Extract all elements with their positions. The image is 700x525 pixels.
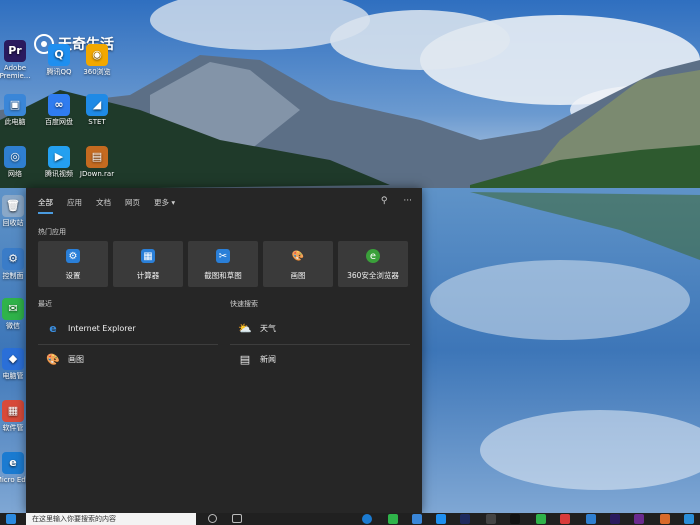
stet-icon: ◢	[86, 94, 108, 116]
edge-icon[interactable]	[362, 514, 372, 524]
taskbar-app-icon[interactable]	[560, 514, 570, 524]
app-tile-label: 360安全浏览器	[347, 271, 399, 280]
tab-apps[interactable]: 应用	[67, 196, 82, 214]
taskbar-app-icon[interactable]	[436, 514, 446, 524]
edge-icon: e	[2, 452, 24, 474]
app-tile-label: 画图	[290, 271, 306, 280]
news-icon: ▤	[239, 352, 251, 366]
desktop-icon-jdown-rar[interactable]: ▤ JDown.rar	[74, 146, 120, 178]
desktop-icon-this-pc[interactable]: ▣ 此电脑	[0, 94, 38, 126]
app-tile-snip-sketch[interactable]: ✂ 截图和草图	[188, 241, 258, 287]
control-panel-icon: ⚙	[2, 248, 24, 270]
recycle-bin-icon: 🗑	[2, 195, 24, 217]
app-tile-label: 设置	[65, 271, 81, 280]
search-tabs: 全部 应用 文档 网页 更多 ▾	[38, 196, 175, 214]
desktop-icon-360-browser[interactable]: ◉ 360浏览	[74, 44, 120, 76]
quick-item-label: 新闻	[260, 354, 276, 364]
desktop-icon-label: Adobe Premie...	[0, 64, 31, 80]
premiere-icon[interactable]	[610, 514, 620, 524]
app-tile-label: 截图和草图	[204, 271, 242, 280]
archive-icon: ▤	[86, 146, 108, 168]
recent-item-label: 画图	[68, 354, 84, 364]
taskbar-app-icon[interactable]	[536, 514, 546, 524]
tab-more[interactable]: 更多 ▾	[154, 196, 175, 214]
paint-icon: 🎨	[291, 249, 305, 263]
paint-icon: 🎨	[46, 352, 60, 366]
taskbar-app-icon[interactable]	[634, 514, 644, 524]
taskbar-app-icon[interactable]	[388, 514, 398, 524]
computer-icon: ▣	[4, 94, 26, 116]
divider	[230, 344, 410, 345]
tencent-video-icon: ▶	[48, 146, 70, 168]
premiere-icon: Pr	[4, 40, 26, 62]
desktop-icon-label: 此电脑	[4, 118, 26, 126]
taskbar-app-icon[interactable]	[586, 514, 596, 524]
software-manager-icon: ▦	[2, 400, 24, 422]
recent-item-internet-explorer[interactable]: e Internet Explorer	[46, 321, 136, 335]
quick-item-news[interactable]: ▤ 新闻	[238, 352, 276, 366]
task-view-icon[interactable]	[232, 514, 242, 523]
network-icon: ◎	[4, 146, 26, 168]
panel-tools: ⚲ ···	[381, 196, 412, 206]
top-apps-title: 热门应用	[38, 228, 66, 236]
desktop-icon-network[interactable]: ◎ 网络	[0, 146, 38, 178]
desktop-icon-label: 360浏览	[83, 68, 111, 76]
taskbar-app-icon[interactable]	[660, 514, 670, 524]
recent-item-paint[interactable]: 🎨 画图	[46, 352, 84, 366]
search-icon[interactable]	[208, 514, 217, 523]
baidu-netdisk-icon: ∞	[48, 94, 70, 116]
search-panel: 全部 应用 文档 网页 更多 ▾ ⚲ ··· 热门应用 ⚙ 设置 ▦ 计算器 ✂…	[26, 188, 422, 513]
browser-360-icon: ◉	[86, 44, 108, 66]
taskbar-app-icon[interactable]	[510, 514, 520, 524]
more-options-icon[interactable]: ···	[403, 196, 412, 206]
tab-all[interactable]: 全部	[38, 196, 53, 214]
scissors-icon: ✂	[216, 249, 230, 263]
pin-icon[interactable]: ⚲	[381, 196, 388, 206]
start-icon[interactable]	[6, 514, 16, 524]
desktop-icon-label: 网络	[8, 170, 22, 178]
taskbar-app-icon[interactable]	[486, 514, 496, 524]
taskbar-app-icon[interactable]	[412, 514, 422, 524]
recent-item-label: Internet Explorer	[68, 323, 136, 333]
internet-explorer-icon: e	[49, 321, 57, 335]
desktop-icon-label: STET	[88, 118, 106, 126]
app-tile-calculator[interactable]: ▦ 计算器	[113, 241, 183, 287]
weather-icon: ⛅	[238, 321, 252, 335]
recent-title: 最近	[38, 300, 52, 308]
desktop-icon-label: JDown.rar	[79, 170, 115, 178]
photoshop-icon[interactable]	[460, 514, 470, 524]
quick-item-weather[interactable]: ⛅ 天气	[238, 321, 276, 335]
app-tile-label: 计算器	[136, 271, 160, 280]
quick-search-title: 快速搜索	[230, 300, 258, 308]
desktop: 天奇生活 Pr Adobe Premie... ▣ 此电脑 ◎ 网络 🗑 回收站…	[0, 0, 700, 525]
browser-360-icon: e	[366, 249, 380, 263]
taskbar: 在这里输入你要搜索的内容	[0, 513, 700, 525]
desktop-icon-premiere[interactable]: Pr Adobe Premie...	[0, 40, 38, 80]
pc-manager-icon: ◆	[2, 348, 24, 370]
tab-documents[interactable]: 文档	[96, 196, 111, 214]
wechat-icon: ✉	[2, 298, 24, 320]
taskbar-app-icon[interactable]	[684, 514, 694, 524]
divider	[38, 344, 218, 345]
desktop-icon-stet[interactable]: ◢ STET	[74, 94, 120, 126]
qq-icon: Q	[48, 44, 70, 66]
app-tile-settings[interactable]: ⚙ 设置	[38, 241, 108, 287]
app-tile-360-browser[interactable]: e 360安全浏览器	[338, 241, 408, 287]
calculator-icon: ▦	[141, 249, 155, 263]
app-tile-paint[interactable]: 🎨 画图	[263, 241, 333, 287]
taskbar-search-input[interactable]: 在这里输入你要搜索的内容	[26, 513, 196, 525]
tab-web[interactable]: 网页	[125, 196, 140, 214]
settings-icon: ⚙	[66, 249, 80, 263]
quick-item-label: 天气	[260, 323, 276, 333]
